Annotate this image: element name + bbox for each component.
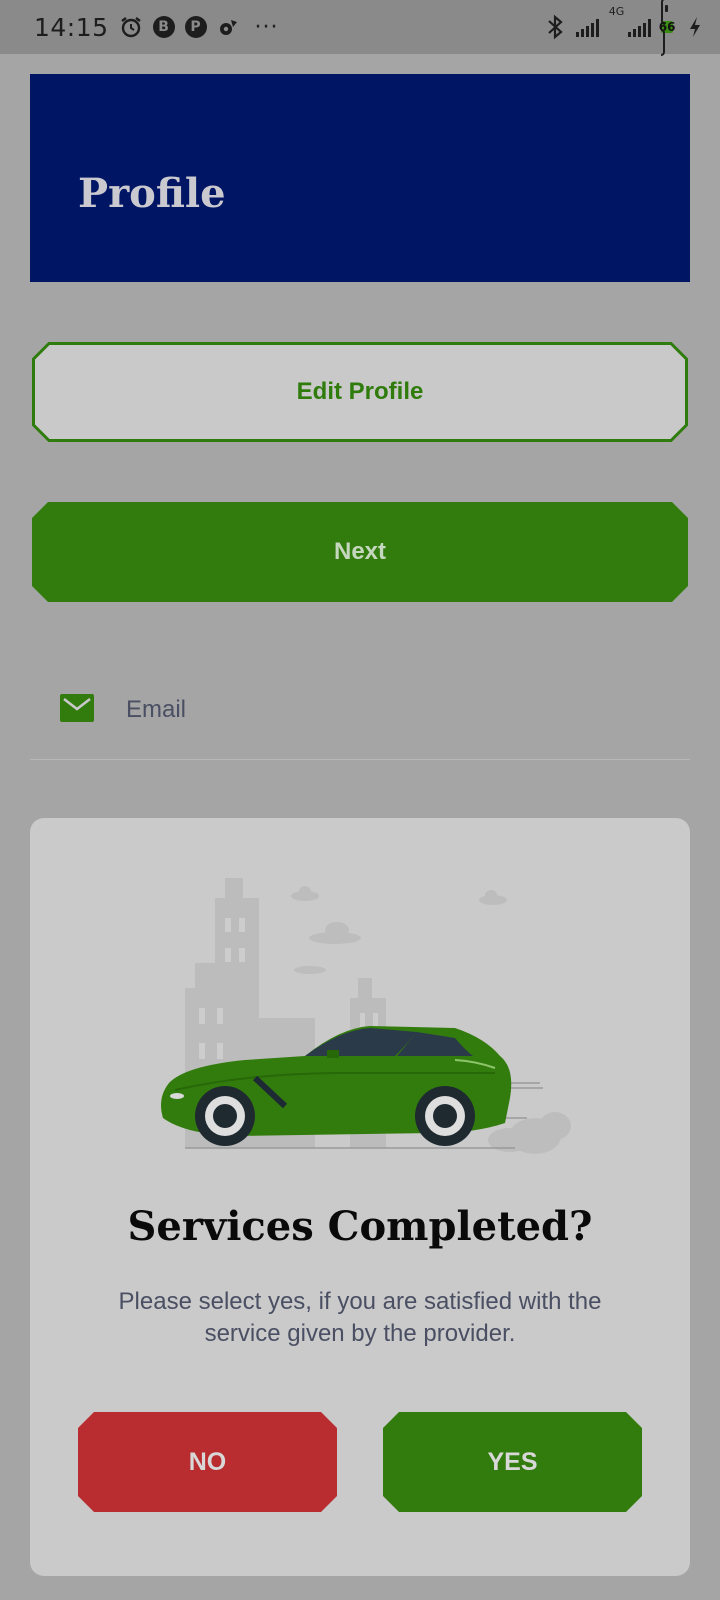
services-completed-dialog: Services Completed? Please select yes, i… [30, 818, 690, 1576]
edit-profile-button[interactable]: Edit Profile [32, 342, 688, 442]
yes-label: YES [487, 1447, 538, 1476]
next-label: Next [333, 538, 387, 565]
mail-icon [30, 693, 94, 726]
no-button[interactable]: NO [78, 1412, 337, 1512]
email-row[interactable]: Email [30, 680, 690, 760]
signal-icon [575, 17, 599, 37]
page-title: Profile [78, 170, 226, 217]
sports-car-illustration [161, 878, 571, 1154]
status-time: 14:15 [34, 12, 109, 42]
more-notifications: ··· [254, 14, 279, 40]
p-app-icon: P [184, 16, 207, 38]
bluetooth-icon [544, 14, 566, 40]
edit-profile-label: Edit Profile [296, 378, 424, 405]
email-label: Email [126, 695, 187, 723]
yes-button[interactable]: YES [383, 1412, 642, 1512]
status-bar-left: 14:15 B P ··· [34, 13, 279, 42]
alarm-icon [119, 15, 143, 39]
charging-icon [688, 16, 702, 38]
no-label: NO [188, 1447, 227, 1476]
b-app-icon: B [152, 16, 175, 38]
battery-level: 66 [658, 20, 676, 34]
next-button[interactable]: Next [32, 502, 688, 602]
signal-4g-icon [628, 17, 652, 37]
profile-header: Profile [30, 74, 690, 282]
dialog-title: Services Completed? [127, 1203, 593, 1250]
battery-icon: 66 [658, 0, 678, 56]
status-bar: 14:15 B P ··· 4G 66 [0, 0, 720, 56]
dialog-message: Please select yes, if you are satisfied … [118, 1288, 602, 1347]
status-bar-right: 4G 66 [544, 0, 702, 56]
settings-icon [217, 16, 239, 38]
network-type: 4G [608, 5, 625, 18]
